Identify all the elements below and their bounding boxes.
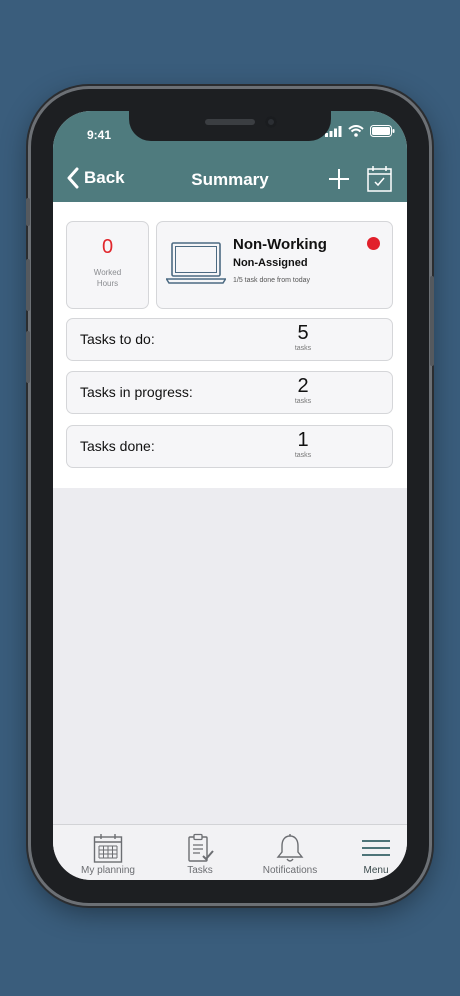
tab-notifications[interactable]: Notifications bbox=[253, 825, 327, 880]
worked-hours-card: 0 Worked Hours bbox=[66, 221, 149, 309]
battery-icon bbox=[370, 125, 395, 137]
status-icons bbox=[325, 125, 395, 137]
phone-notch bbox=[129, 111, 331, 141]
task-unit: tasks bbox=[294, 345, 312, 352]
power-button bbox=[430, 276, 434, 366]
tasks-done-row[interactable]: Tasks done: 1 tasks bbox=[66, 425, 393, 468]
clipboard-check-icon bbox=[188, 833, 214, 862]
task-label: Tasks in progress: bbox=[80, 384, 193, 400]
tasks-todo-row[interactable]: Tasks to do: 5 tasks bbox=[66, 318, 393, 361]
status-subtitle: Non-Assigned bbox=[233, 257, 308, 269]
laptop-icon bbox=[166, 242, 226, 284]
status-indicator bbox=[367, 237, 380, 250]
wifi-icon bbox=[348, 125, 364, 137]
tab-label: Notifications bbox=[262, 865, 318, 876]
page-title: Summary bbox=[191, 170, 269, 189]
front-camera bbox=[265, 116, 277, 128]
summary-panel: 0 Worked Hours Non-Working Non-Assigned … bbox=[53, 202, 407, 488]
task-unit: tasks bbox=[294, 452, 312, 459]
task-label: Tasks to do: bbox=[80, 331, 155, 347]
tab-label: My planning bbox=[81, 865, 135, 876]
tab-label: Menu bbox=[363, 865, 389, 876]
status-time: 9:41 bbox=[87, 128, 112, 142]
task-label: Tasks done: bbox=[80, 438, 155, 454]
calendar-grid-icon bbox=[93, 834, 123, 863]
status-note: 1/5 task done from today bbox=[233, 277, 311, 284]
work-status-card[interactable]: Non-Working Non-Assigned 1/5 task done f… bbox=[156, 221, 393, 309]
speaker-grille bbox=[205, 119, 255, 125]
tab-label: Tasks bbox=[187, 865, 213, 876]
task-count: 5 bbox=[297, 322, 309, 344]
status-title: Non-Working bbox=[233, 236, 327, 253]
worked-hours-value: 0 bbox=[101, 236, 114, 258]
hamburger-menu-icon bbox=[362, 840, 390, 856]
tasks-in-progress-row[interactable]: Tasks in progress: 2 tasks bbox=[66, 371, 393, 414]
tab-menu[interactable]: Menu bbox=[353, 825, 399, 880]
task-count: 1 bbox=[297, 429, 309, 451]
bottom-tab-bar: My planning Tasks Notifications Menu bbox=[53, 824, 407, 880]
mute-switch bbox=[26, 198, 30, 226]
tab-tasks[interactable]: Tasks bbox=[175, 825, 225, 880]
bell-icon bbox=[276, 834, 304, 862]
task-unit: tasks bbox=[294, 398, 312, 405]
calendar-check-icon[interactable] bbox=[367, 165, 392, 192]
volume-down-button bbox=[26, 331, 30, 383]
plus-icon[interactable] bbox=[328, 168, 350, 190]
tab-my-planning[interactable]: My planning bbox=[68, 825, 148, 880]
volume-up-button bbox=[26, 259, 30, 311]
worked-hours-label: Worked Hours bbox=[93, 268, 122, 288]
app-screen: 9:41 Back Summary 0 Worked Hours Non-Wor… bbox=[53, 111, 407, 880]
task-count: 2 bbox=[297, 375, 309, 397]
